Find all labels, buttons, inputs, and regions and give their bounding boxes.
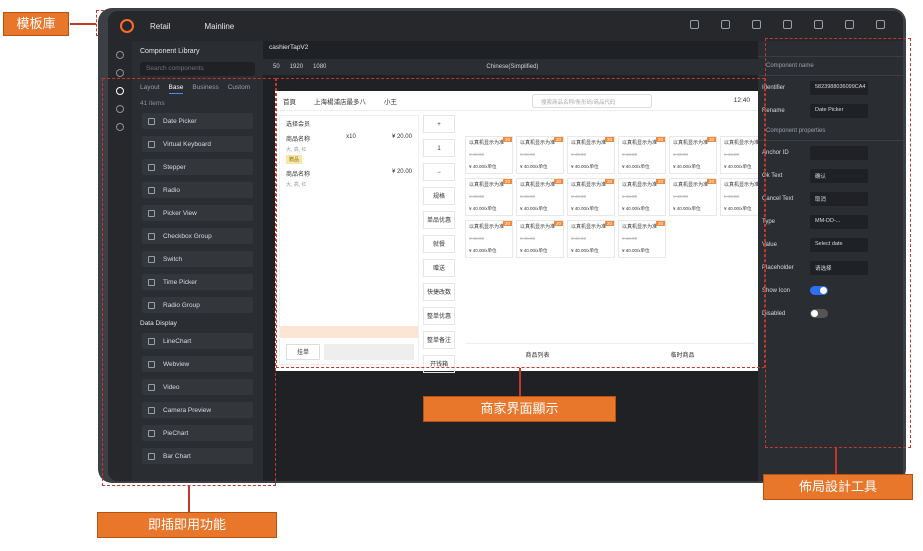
layout-designer-box — [765, 38, 911, 448]
plug-and-play-label: 即插即用功能 — [97, 512, 277, 538]
publish-icon[interactable] — [814, 20, 823, 29]
language-select[interactable]: Chinese(Simplified) — [486, 64, 538, 70]
component-search-input[interactable]: Search components — [140, 62, 255, 76]
export-icon[interactable] — [752, 20, 761, 29]
layout-designer-arrow — [835, 448, 837, 474]
template-library-arrow — [70, 23, 96, 25]
search-icon[interactable] — [116, 69, 124, 77]
merchant-interface-box — [276, 78, 765, 368]
document-tab[interactable]: cashierTapV2 — [269, 44, 308, 51]
pages-icon[interactable] — [116, 51, 124, 59]
merchant-interface-arrow — [519, 368, 521, 396]
top-actions — [690, 20, 885, 29]
logo-icon — [120, 19, 134, 33]
width-value[interactable]: 1920 — [290, 64, 303, 70]
save-icon[interactable] — [721, 20, 730, 29]
editor-toolbar: 50 1920 1080 Chinese(Simplified) — [263, 59, 758, 75]
panel-title: Component Library — [140, 48, 200, 55]
plug-and-play-arrow — [188, 486, 190, 512]
globe-icon[interactable] — [845, 20, 854, 29]
layout-designer-label: 佈局設計工具 — [763, 474, 913, 500]
history-icon[interactable] — [690, 20, 699, 29]
preview-icon[interactable] — [783, 20, 792, 29]
branch-select[interactable]: Mainline — [204, 22, 234, 31]
merchant-interface-label: 商家界面顯示 — [423, 396, 616, 422]
top-bar: Retail Mainline — [108, 11, 903, 41]
template-library-label: 模板庫 — [3, 12, 69, 36]
project-name[interactable]: Retail — [150, 22, 170, 31]
zoom-value[interactable]: 50 — [273, 64, 280, 70]
user-icon[interactable] — [876, 20, 885, 29]
plug-and-play-box — [102, 78, 276, 486]
height-value[interactable]: 1080 — [313, 64, 326, 70]
